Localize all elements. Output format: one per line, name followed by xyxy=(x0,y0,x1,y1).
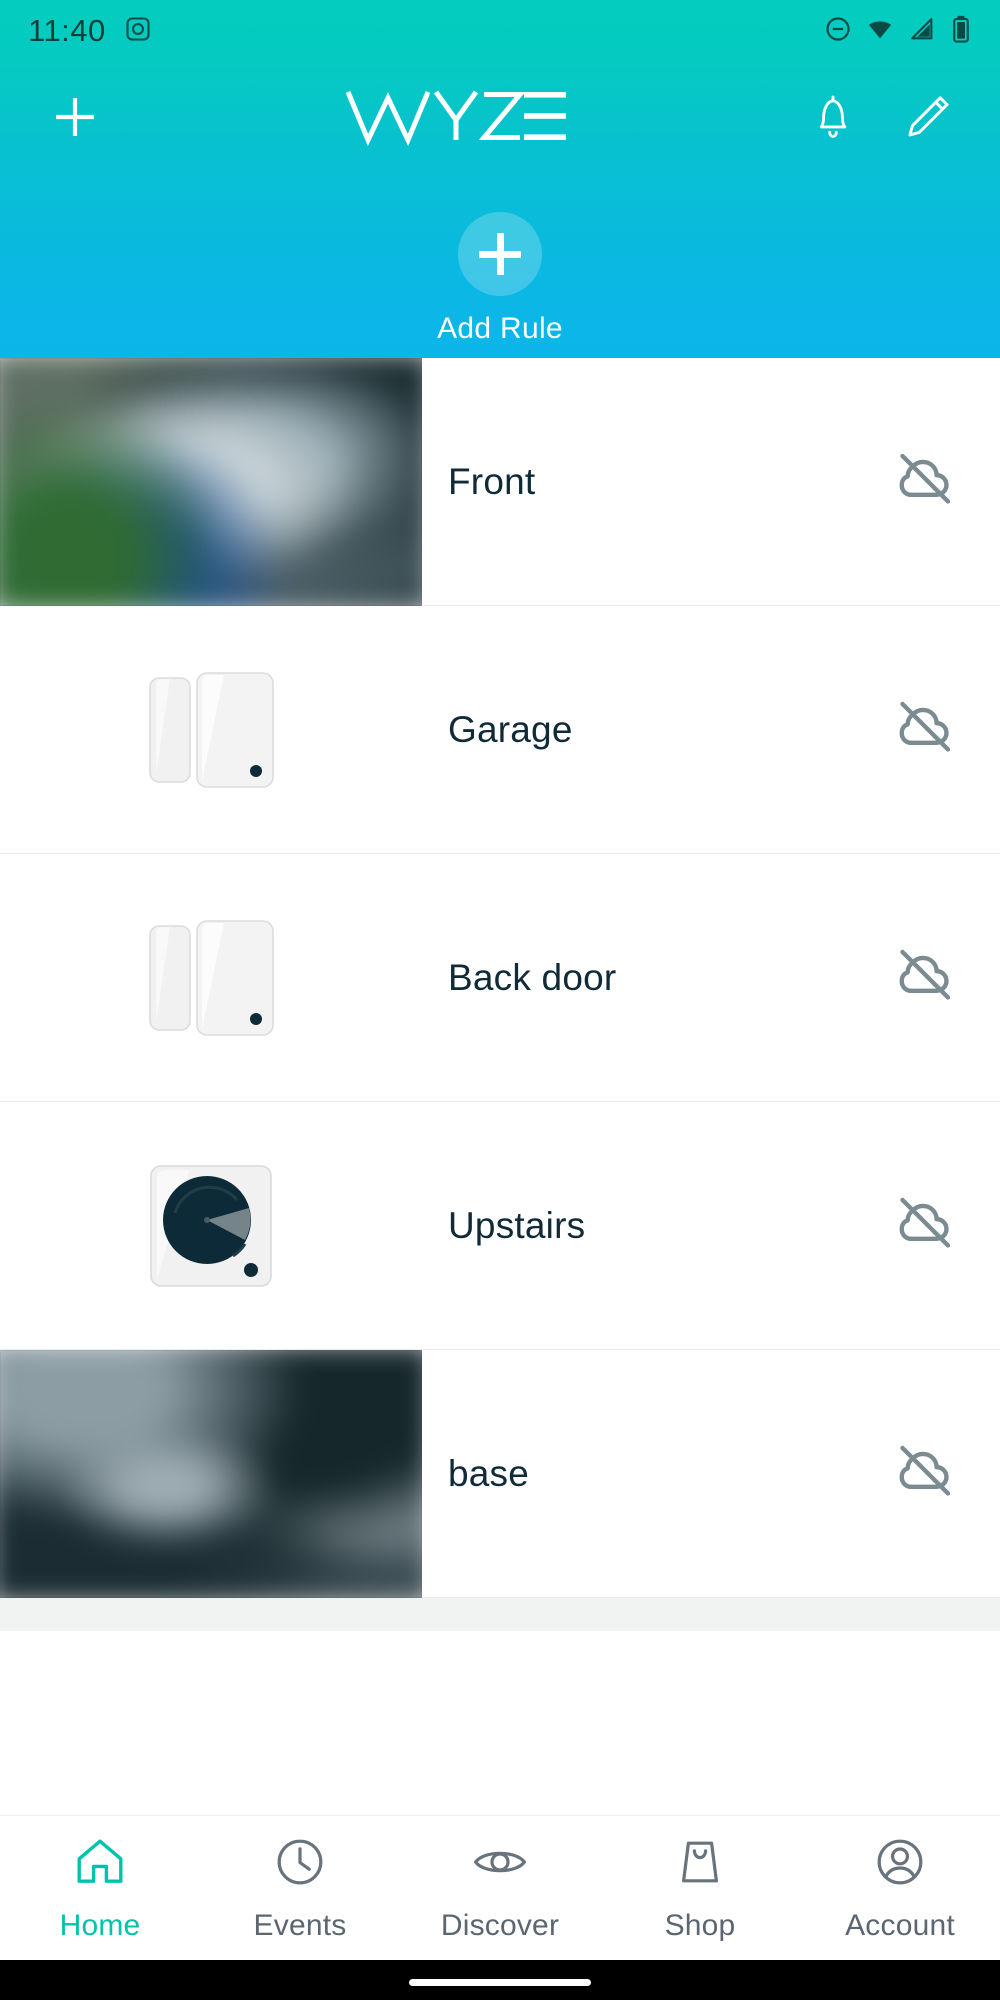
add-icon[interactable] xyxy=(48,90,102,144)
cloud-off-icon[interactable] xyxy=(894,448,956,515)
device-row-back-door[interactable]: Back door xyxy=(0,854,1000,1102)
device-thumbnail[interactable] xyxy=(0,1349,422,1598)
device-thumbnail[interactable] xyxy=(0,1102,422,1350)
nav-label-account: Account xyxy=(845,1908,955,1942)
bottom-navigation: Home Events Discover Shop Account xyxy=(0,1815,1000,1960)
status-bar-right xyxy=(824,15,972,48)
wyze-logo xyxy=(344,86,568,148)
camera-icon xyxy=(124,15,152,48)
device-status[interactable] xyxy=(850,696,1000,763)
contact-sensor-icon xyxy=(0,606,422,854)
device-name: Garage xyxy=(448,708,573,750)
nav-item-events[interactable]: Events xyxy=(200,1834,400,1943)
pencil-icon[interactable] xyxy=(904,93,952,141)
thumbnail-overlay xyxy=(0,358,422,606)
device-thumbnail[interactable] xyxy=(0,606,422,854)
nav-item-home[interactable]: Home xyxy=(0,1834,200,1943)
app-header: 11:40 Add Rule xyxy=(0,0,1000,358)
eye-icon xyxy=(472,1834,528,1895)
add-rule-button[interactable] xyxy=(458,212,542,296)
motion-sensor-icon xyxy=(0,1102,422,1350)
cloud-off-icon[interactable] xyxy=(894,944,956,1011)
status-bar-left: 11:40 xyxy=(28,13,152,49)
add-rule-section[interactable]: Add Rule xyxy=(0,212,1000,346)
device-row-base[interactable]: base xyxy=(0,1349,1000,1598)
device-status[interactable] xyxy=(850,944,1000,1011)
cloud-off-icon[interactable] xyxy=(894,696,956,763)
device-name: Upstairs xyxy=(448,1204,586,1246)
status-bar: 11:40 xyxy=(0,0,1000,62)
cellular-signal-icon xyxy=(908,15,936,48)
battery-icon xyxy=(950,15,972,48)
nav-label-discover: Discover xyxy=(440,1908,560,1942)
gesture-pill[interactable] xyxy=(409,1979,591,1986)
home-icon xyxy=(72,1834,128,1895)
app-screen: 11:40 Add Rule Front Garage Back door Up… xyxy=(0,0,1000,2000)
system-gesture-bar xyxy=(0,1960,1000,2000)
device-name: Front xyxy=(448,460,536,502)
device-list: Front Garage Back door Upstairs base xyxy=(0,357,1000,1631)
app-bar xyxy=(0,62,1000,172)
nav-item-shop[interactable]: Shop xyxy=(600,1834,800,1943)
nav-label-events: Events xyxy=(253,1908,347,1942)
contact-sensor-icon xyxy=(0,854,422,1102)
device-thumbnail[interactable] xyxy=(0,854,422,1102)
device-row-front[interactable]: Front xyxy=(0,357,1000,606)
device-name: Back door xyxy=(448,956,617,998)
app-bar-left xyxy=(48,90,102,144)
device-status[interactable] xyxy=(850,1440,1000,1507)
bell-icon[interactable] xyxy=(810,93,856,141)
nav-label-home: Home xyxy=(59,1908,141,1942)
app-bar-right xyxy=(810,93,952,141)
device-thumbnail[interactable] xyxy=(0,357,422,606)
status-bar-clock: 11:40 xyxy=(28,13,106,48)
wifi-icon xyxy=(866,15,894,48)
clock-icon xyxy=(272,1834,328,1895)
add-rule-label: Add Rule xyxy=(437,312,563,345)
nav-item-account[interactable]: Account xyxy=(800,1834,1000,1943)
nav-label-shop: Shop xyxy=(664,1908,736,1942)
nav-item-discover[interactable]: Discover xyxy=(400,1834,600,1943)
thumbnail-overlay xyxy=(0,1350,422,1598)
device-name: base xyxy=(448,1452,530,1494)
person-icon xyxy=(872,1834,928,1895)
cloud-off-icon[interactable] xyxy=(894,1192,956,1259)
plus-icon xyxy=(479,233,521,275)
device-status[interactable] xyxy=(850,1192,1000,1259)
bag-icon xyxy=(672,1834,728,1895)
cloud-off-icon[interactable] xyxy=(894,1440,956,1507)
device-row-upstairs[interactable]: Upstairs xyxy=(0,1102,1000,1350)
do-not-disturb-icon xyxy=(824,15,852,48)
device-row-garage[interactable]: Garage xyxy=(0,606,1000,854)
device-status[interactable] xyxy=(850,448,1000,515)
